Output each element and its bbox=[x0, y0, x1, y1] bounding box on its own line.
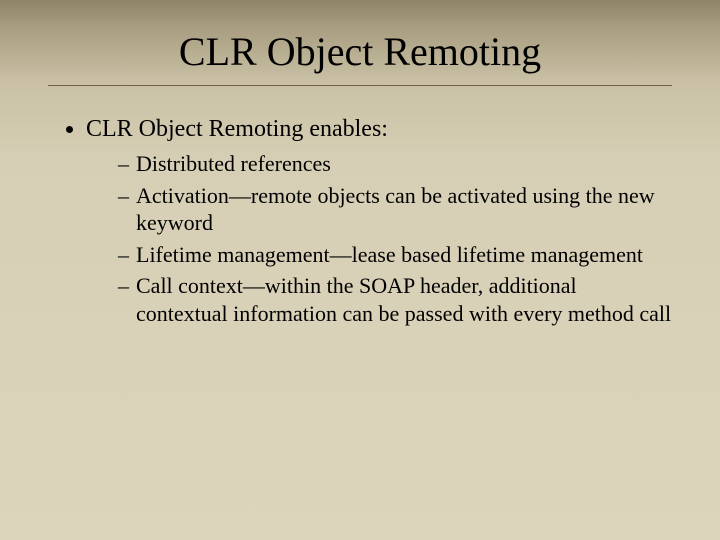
subitem-text: Call context—within the SOAP header, add… bbox=[136, 273, 671, 326]
bullet-list-level2: Distributed references Activation—remote… bbox=[86, 150, 672, 327]
list-item: Lifetime management—lease based lifetime… bbox=[118, 241, 672, 269]
list-item: Call context—within the SOAP header, add… bbox=[118, 272, 672, 327]
slide-content: CLR Object Remoting enables: Distributed… bbox=[48, 114, 672, 327]
slide-title: CLR Object Remoting bbox=[48, 28, 672, 75]
list-item: Distributed references bbox=[118, 150, 672, 178]
subitem-text: Activation—remote objects can be activat… bbox=[136, 183, 655, 236]
list-item: CLR Object Remoting enables: Distributed… bbox=[86, 114, 672, 327]
subitem-text: Distributed references bbox=[136, 151, 331, 176]
list-item: Activation—remote objects can be activat… bbox=[118, 182, 672, 237]
title-divider bbox=[48, 85, 672, 86]
bullet-list-level1: CLR Object Remoting enables: Distributed… bbox=[48, 114, 672, 327]
slide-container: CLR Object Remoting CLR Object Remoting … bbox=[0, 0, 720, 540]
bullet-text: CLR Object Remoting enables: bbox=[86, 116, 388, 142]
subitem-text: Lifetime management—lease based lifetime… bbox=[136, 242, 643, 267]
